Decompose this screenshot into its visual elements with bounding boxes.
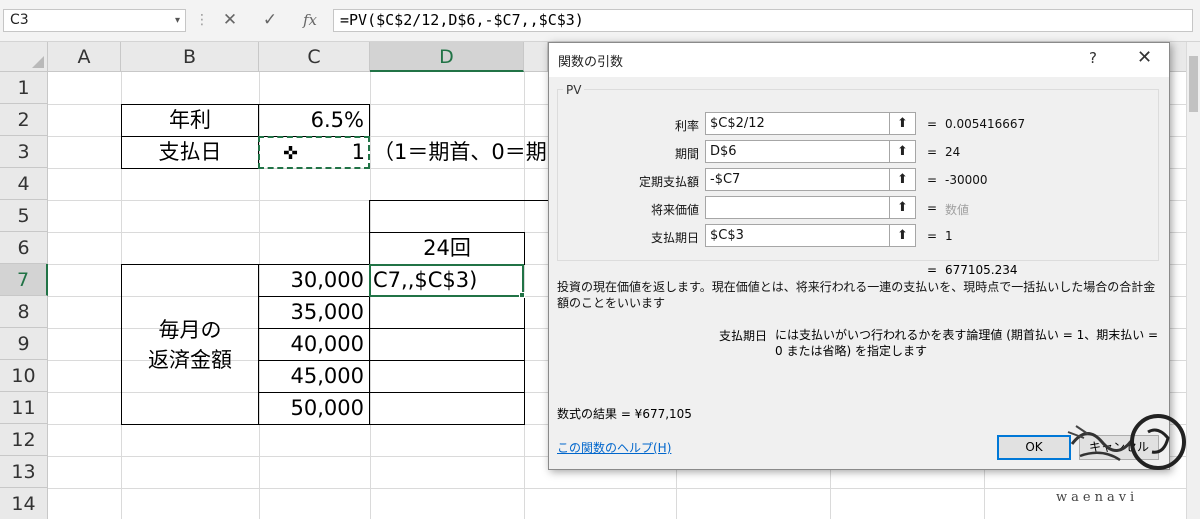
name-box-value: C3 <box>10 12 29 28</box>
collapse-dialog-arrow-icon[interactable]: ⬆ <box>890 168 916 191</box>
monthly-payment-label-cell[interactable]: 毎月の 返済金額 <box>121 264 259 425</box>
collapse-dialog-arrow-icon[interactable]: ⬆ <box>890 224 916 247</box>
arg-input-rate[interactable]: $C$2/12 <box>705 112 890 135</box>
formula-input[interactable]: =PV($C$2/12,D$6,-$C7,,$C$3) <box>333 9 1193 32</box>
function-result-value: 677105.234 <box>945 263 1018 277</box>
select-all-corner[interactable] <box>0 42 48 72</box>
cancel-entry-icon[interactable]: ✕ <box>210 9 250 32</box>
arg-input-type[interactable]: $C$3 <box>705 224 890 247</box>
arg-result-nper: 24 <box>945 145 961 159</box>
header-cell-d6[interactable]: 24回 <box>369 232 525 265</box>
rate-value-cell[interactable]: 6.5% <box>258 104 370 137</box>
argument-help-text: には支払いがいつ行われるかを表す論理値 (期首払い = 1、期末払い = 0 ま… <box>775 328 1159 358</box>
collapse-dialog-arrow-icon[interactable]: ⬆ <box>890 196 916 219</box>
arg-equals: = <box>927 117 938 131</box>
dialog-title: 関数の引数 <box>558 55 624 70</box>
row-header-3[interactable]: 3 <box>0 136 48 168</box>
watermark-logo-icon <box>1067 414 1186 470</box>
result-cell-d11[interactable] <box>369 392 525 425</box>
arg-input-pmt[interactable]: -$C7 <box>705 168 890 191</box>
row-header-9[interactable]: 9 <box>0 328 48 360</box>
result-cell-d10[interactable] <box>369 360 525 393</box>
row-header-14[interactable]: 14 <box>0 488 48 519</box>
row-header-8[interactable]: 8 <box>0 296 48 328</box>
row-header-7[interactable]: 7 <box>0 264 48 296</box>
column-header-d[interactable]: D <box>370 42 524 72</box>
row-header-4[interactable]: 4 <box>0 168 48 200</box>
arg-equals: = <box>927 145 938 159</box>
formula-result: 数式の結果 = ¥677,105 <box>557 407 692 421</box>
header-cell-d5[interactable] <box>369 200 549 233</box>
arg-label-nper: 期間 <box>674 147 699 161</box>
column-header-a[interactable]: A <box>48 42 121 72</box>
gridline <box>48 488 1200 489</box>
function-description: 投資の現在価値を返します。現在価値とは、将来行われる一連の支払いを、現時点で一括… <box>557 280 1156 310</box>
formula-bar-splitter-icon[interactable]: ⋮ <box>195 9 209 32</box>
arg-equals: = <box>927 229 938 243</box>
select-all-triangle-icon <box>32 56 44 68</box>
rate-label-cell[interactable]: 年利 <box>121 104 259 137</box>
row-header-6[interactable]: 6 <box>0 232 48 264</box>
amount-cell-c11[interactable]: 50,000 <box>258 392 370 425</box>
arg-label-fv: 将来価値 <box>650 203 699 217</box>
arg-result-type: 1 <box>945 229 953 243</box>
arg-input-nper[interactable]: D$6 <box>705 140 890 163</box>
arg-input-fv[interactable] <box>705 196 890 219</box>
argument-help-label: 支払期日 <box>718 329 767 343</box>
amount-cell-c8[interactable]: 35,000 <box>258 296 370 329</box>
insert-function-icon[interactable]: fx <box>290 9 330 32</box>
fill-handle[interactable] <box>519 292 525 298</box>
amount-cell-c10[interactable]: 45,000 <box>258 360 370 393</box>
ok-button[interactable]: OK <box>997 435 1071 460</box>
formula-bar-buttons: ✕ ✓ fx <box>210 9 330 32</box>
row-header-10[interactable]: 10 <box>0 360 48 392</box>
arg-label-pmt: 定期支払額 <box>638 175 699 189</box>
amount-cell-c9[interactable]: 40,000 <box>258 328 370 361</box>
monthly-label-line-2: 返済金額 <box>148 348 232 372</box>
monthly-label-line-1: 毎月の <box>158 318 222 342</box>
copy-marquee-c3 <box>258 136 370 169</box>
column-header-c[interactable]: C <box>259 42 370 72</box>
row-header-5[interactable]: 5 <box>0 200 48 232</box>
dialog-titlebar[interactable]: 関数の引数 ? ✕ <box>549 43 1169 77</box>
name-box[interactable]: C3 ▾ <box>3 9 186 32</box>
payday-note-cell[interactable]: （1＝期首、0＝期 <box>373 137 547 168</box>
watermark-text: waenavi <box>1056 490 1139 505</box>
row-header-11[interactable]: 11 <box>0 392 48 424</box>
arg-label-rate: 利率 <box>674 119 699 133</box>
selected-cell-d7 <box>369 264 524 297</box>
collapse-dialog-arrow-icon[interactable]: ⬆ <box>890 112 916 135</box>
arg-result-rate: 0.005416667 <box>945 117 1026 131</box>
row-header-12[interactable]: 12 <box>0 424 48 456</box>
help-icon[interactable]: ? <box>1089 49 1097 67</box>
enter-check-icon[interactable]: ✓ <box>250 9 290 32</box>
column-header-e[interactable] <box>524 42 548 72</box>
close-icon[interactable]: ✕ <box>1137 47 1152 68</box>
row-header-2[interactable]: 2 <box>0 104 48 136</box>
row-header-1[interactable]: 1 <box>0 72 48 104</box>
cell-cursor-plus-icon: ✜ <box>283 143 299 164</box>
arg-result-fv: 数値 <box>945 203 970 217</box>
chevron-down-icon[interactable]: ▾ <box>175 10 180 31</box>
arg-label-type: 支払期日 <box>650 231 699 245</box>
payday-label-cell[interactable]: 支払日 <box>121 136 259 169</box>
function-help-link[interactable]: この関数のヘルプ(H) <box>557 439 671 456</box>
arg-equals: = <box>927 173 938 187</box>
result-cell-d8[interactable] <box>369 296 525 329</box>
scrollbar-thumb[interactable] <box>1189 56 1198 112</box>
column-header-b[interactable]: B <box>121 42 259 72</box>
result-equals: = <box>927 263 938 277</box>
arg-equals: = <box>927 201 938 215</box>
amount-cell-c7[interactable]: 30,000 <box>258 264 370 297</box>
formula-bar: C3 ▾ ⋮ ✕ ✓ fx =PV($C$2/12,D$6,-$C7,,$C$3… <box>0 0 1200 42</box>
collapse-dialog-arrow-icon[interactable]: ⬆ <box>890 140 916 163</box>
row-header-13[interactable]: 13 <box>0 456 48 488</box>
function-name: PV <box>563 83 585 97</box>
result-cell-d9[interactable] <box>369 328 525 361</box>
arg-result-pmt: -30000 <box>945 173 988 187</box>
